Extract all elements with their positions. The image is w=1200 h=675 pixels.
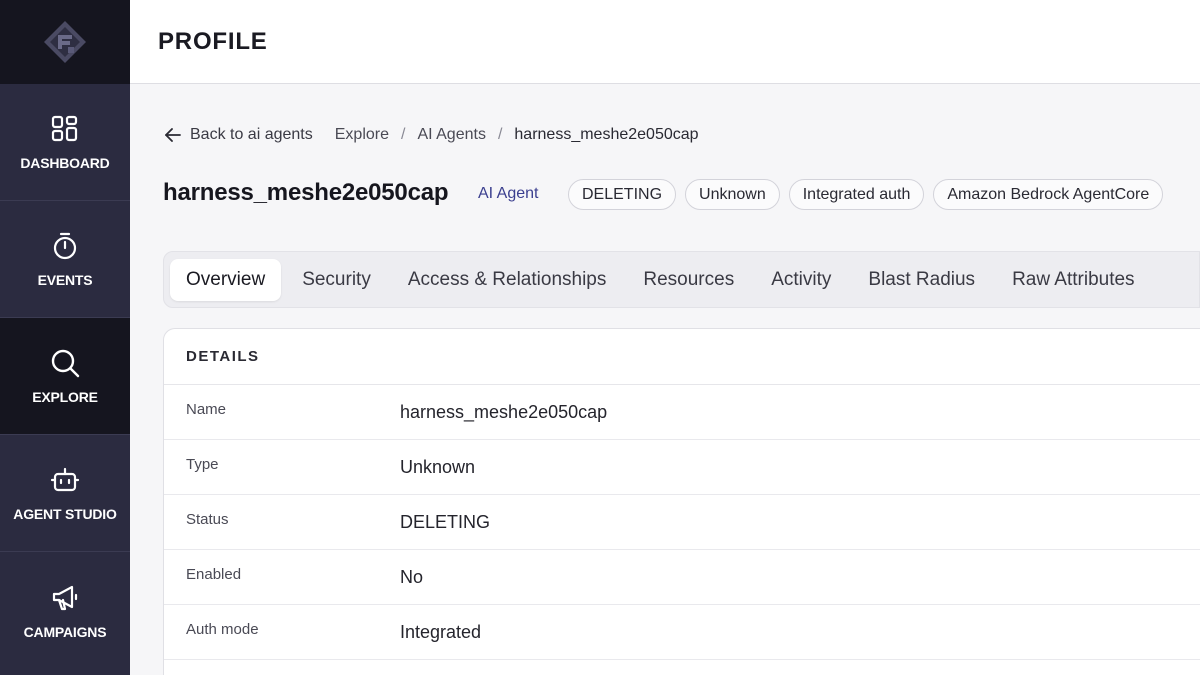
detail-value: Unknown	[400, 456, 476, 477]
tab-overview[interactable]: Overview	[170, 258, 282, 301]
detail-key: Type	[186, 455, 219, 473]
tab-activity[interactable]: Activity	[755, 259, 847, 301]
megaphone-icon	[49, 582, 81, 614]
type-badge: Unknown	[685, 179, 780, 210]
detail-row-status: Status DELETING	[164, 495, 1200, 550]
top-bar: PROFILE	[130, 0, 1200, 84]
grid-icon	[49, 113, 81, 145]
sidebar-item-label: EVENTS	[37, 272, 93, 288]
stopwatch-icon	[49, 230, 81, 262]
tab-bar: Overview Security Access & Relationships…	[163, 251, 1200, 308]
breadcrumb-current: harness_meshe2e050cap	[514, 126, 699, 143]
detail-key: Auth mode	[186, 620, 259, 638]
detail-row-enabled: Enabled No	[164, 550, 1200, 605]
tab-security[interactable]: Security	[286, 259, 387, 301]
arrow-left-icon	[165, 128, 181, 142]
breadcrumb-separator: /	[401, 126, 406, 143]
tab-resources[interactable]: Resources	[627, 259, 750, 301]
logo-icon	[44, 21, 86, 63]
entity-type-label: AI Agent	[478, 185, 539, 202]
tab-raw-attributes[interactable]: Raw Attributes	[996, 259, 1151, 301]
detail-value: DELETING	[400, 511, 491, 532]
sidebar: DASHBOARD EVENTS EXPLORE AGENT STUDIO CA…	[0, 0, 130, 675]
back-link[interactable]: Back to ai agents	[164, 126, 313, 144]
detail-value: Integrated	[400, 621, 482, 642]
detail-value: No	[400, 566, 424, 587]
detail-key: Name	[186, 400, 227, 418]
robot-icon	[49, 464, 81, 496]
breadcrumb-explore[interactable]: Explore	[335, 126, 389, 144]
detail-key: Status	[186, 510, 229, 528]
sidebar-item-agent-studio[interactable]: AGENT STUDIO	[0, 435, 130, 552]
breadcrumb-ai-agents[interactable]: AI Agents	[417, 126, 486, 144]
search-icon	[49, 347, 81, 379]
tab-access-relationships[interactable]: Access & Relationships	[392, 259, 623, 301]
sidebar-item-label: AGENT STUDIO	[13, 506, 117, 522]
back-link-label: Back to ai agents	[190, 126, 313, 143]
sidebar-item-explore[interactable]: EXPLORE	[0, 318, 130, 435]
entity-title: harness_meshe2e050cap	[163, 179, 449, 206]
tag-list: DELETING Unknown Integrated auth Amazon …	[568, 179, 1164, 210]
details-heading: DETAILS	[164, 329, 1200, 385]
detail-row-type: Type Unknown	[164, 440, 1200, 495]
detail-value: harness_meshe2e050cap	[400, 401, 608, 422]
sidebar-item-label: CAMPAIGNS	[23, 623, 107, 640]
detail-key: Enabled	[186, 565, 242, 583]
details-card: DETAILS Name harness_meshe2e050cap Type …	[163, 328, 1200, 675]
sidebar-item-events[interactable]: EVENTS	[0, 201, 130, 318]
sidebar-item-campaigns[interactable]: CAMPAIGNS	[0, 552, 130, 669]
detail-row-name: Name harness_meshe2e050cap	[164, 385, 1200, 440]
logo[interactable]	[0, 0, 130, 84]
breadcrumb-separator: /	[497, 126, 503, 143]
sidebar-item-label: EXPLORE	[32, 389, 98, 405]
platform-badge: Amazon Bedrock AgentCore	[933, 179, 1164, 210]
sidebar-item-label: DASHBOARD	[20, 155, 110, 171]
breadcrumb: Back to ai agents Explore / AI Agents / …	[164, 124, 699, 146]
page-title: PROFILE	[158, 28, 268, 55]
tab-blast-radius[interactable]: Blast Radius	[852, 259, 991, 301]
status-badge: DELETING	[568, 179, 677, 210]
detail-row-auth-mode: Auth mode Integrated	[164, 605, 1200, 660]
sidebar-item-dashboard[interactable]: DASHBOARD	[0, 84, 130, 201]
auth-badge: Integrated auth	[788, 179, 925, 210]
